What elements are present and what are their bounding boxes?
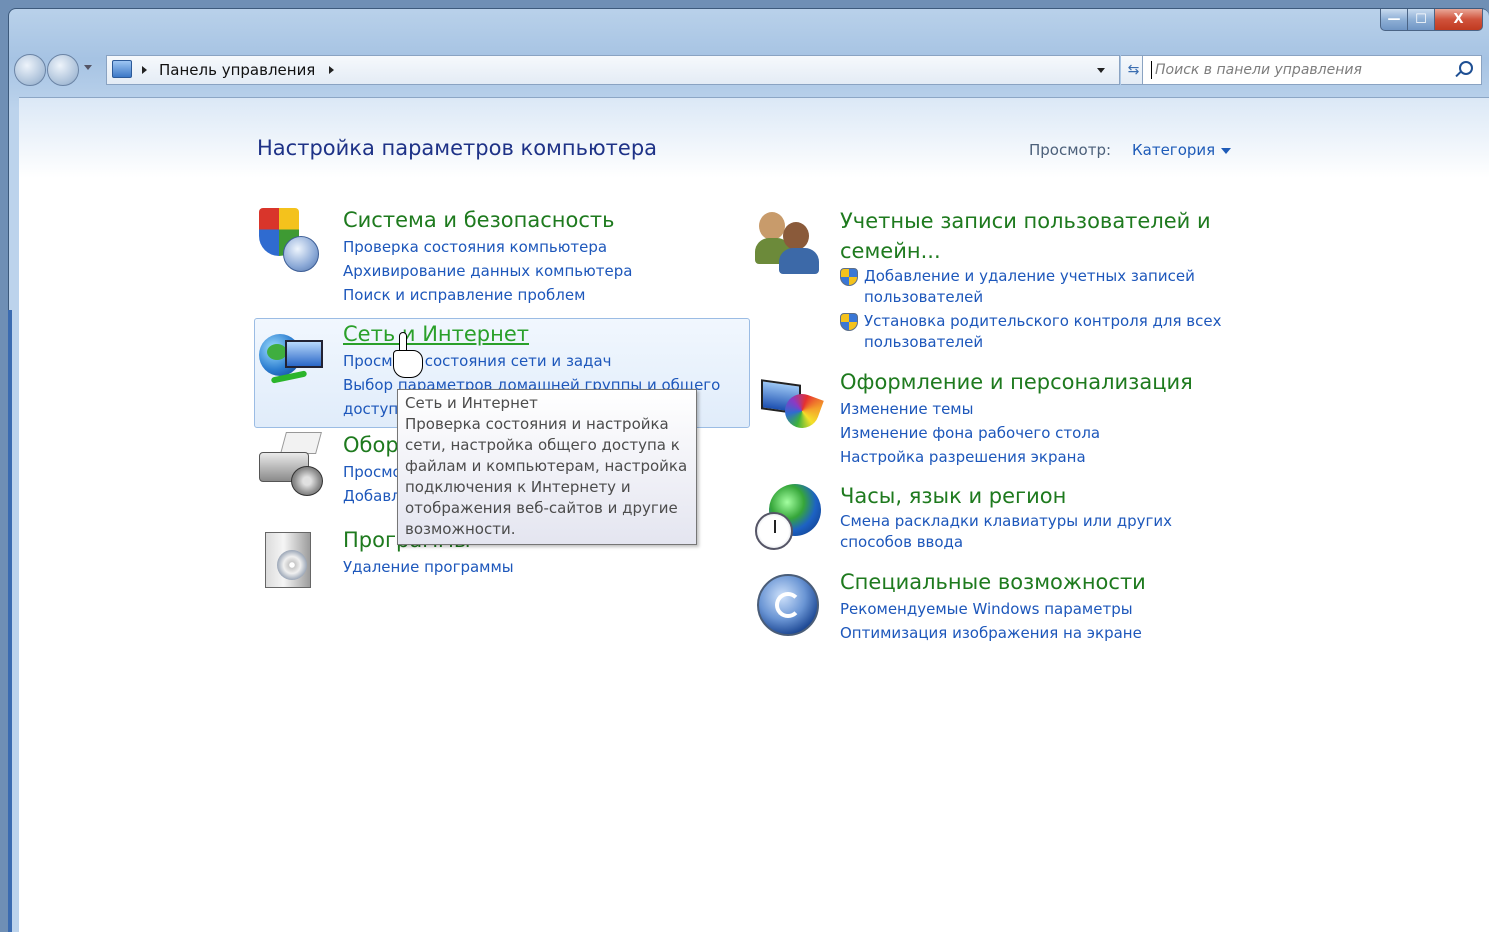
view-mode-dropdown[interactable]: Категория	[1132, 141, 1215, 159]
tooltip-line: Проверка состояния и настройка	[405, 415, 669, 433]
category-title-line-1[interactable]: Учетные записи пользователей и	[840, 206, 1222, 236]
uac-shield-icon	[840, 313, 858, 331]
control-panel-icon	[112, 60, 132, 78]
task-link[interactable]: Архивирование данных компьютера	[343, 259, 632, 283]
ease-of-access-icon[interactable]	[755, 572, 821, 638]
breadcrumb-arrow-icon[interactable]	[142, 66, 147, 74]
minimize-button[interactable]: —	[1380, 9, 1408, 31]
category-title-line-2[interactable]: семейн...	[840, 236, 1222, 266]
task-link[interactable]: Поиск и исправление проблем	[343, 283, 632, 307]
tooltip-title: Сеть и Интернет	[405, 394, 538, 412]
view-label: Просмотр:	[1029, 141, 1112, 159]
tooltip-line: сети, настройка общего доступа к	[405, 436, 680, 454]
uac-shield-icon	[840, 268, 858, 286]
window-left-edge	[8, 310, 12, 932]
tooltip-line: подключения к Интернету и	[405, 478, 631, 496]
task-link-line[interactable]: пользователей	[864, 287, 1222, 308]
task-link-line[interactable]: способов ввода	[840, 532, 1172, 553]
address-history-dropdown-icon[interactable]	[1097, 68, 1105, 73]
task-link[interactable]: Оптимизация изображения на экране	[840, 621, 1146, 645]
maximize-button[interactable]: ☐	[1408, 9, 1435, 31]
task-link-line[interactable]: Смена раскладки клавиатуры или других	[840, 511, 1172, 532]
hand-cursor-icon	[393, 332, 425, 388]
main-content: Настройка параметров компьютера Просмотр…	[19, 97, 1489, 932]
category-title[interactable]: Система и безопасность	[343, 205, 632, 235]
programs-icon[interactable]	[261, 526, 327, 592]
appearance-icon[interactable]	[755, 376, 824, 442]
task-link-admin[interactable]: Добавление и удаление учетных записей по…	[840, 266, 1222, 308]
category-user-accounts: Учетные записи пользователей и семейн...…	[840, 206, 1222, 356]
system-security-icon[interactable]	[257, 208, 323, 274]
page-title: Настройка параметров компьютера	[257, 136, 658, 160]
tooltip-line: файлам и компьютерам, настройка	[405, 457, 688, 475]
task-link-line[interactable]: Установка родительского контроля для все…	[864, 311, 1222, 332]
task-link[interactable]: Рекомендуемые Windows параметры	[840, 597, 1146, 621]
network-internet-icon[interactable]	[257, 326, 323, 392]
category-title[interactable]: Часы, язык и регион	[840, 481, 1172, 511]
task-link[interactable]: Удаление программы	[343, 555, 514, 579]
task-link-admin[interactable]: Установка родительского контроля для все…	[840, 311, 1222, 353]
recent-pages-dropdown-icon[interactable]	[84, 65, 92, 70]
network-tooltip: Сеть и Интернет Проверка состояния и нас…	[397, 389, 697, 545]
navigation-bar: Панель управления ⇆ Поиск в панели управ…	[12, 51, 1482, 87]
task-link[interactable]: Изменение темы	[840, 397, 1193, 421]
clock-region-icon[interactable]	[755, 484, 821, 550]
address-bar[interactable]: Панель управления	[106, 55, 1120, 85]
user-accounts-icon[interactable]	[755, 208, 821, 274]
tooltip-line: отображения веб-сайтов и другие	[405, 499, 678, 517]
forward-button[interactable]	[47, 54, 79, 86]
search-input[interactable]: Поиск в панели управления	[1142, 55, 1482, 85]
tooltip-line: возможности.	[405, 520, 516, 538]
task-link[interactable]: Изменение фона рабочего стола	[840, 421, 1193, 445]
search-placeholder: Поиск в панели управления	[1155, 62, 1362, 78]
close-button[interactable]: X	[1435, 9, 1483, 31]
breadcrumb-control-panel[interactable]: Панель управления	[159, 61, 315, 79]
category-clock-region: Часы, язык и регион Смена раскладки клав…	[840, 481, 1172, 553]
text-caret	[1151, 61, 1152, 79]
task-link-line[interactable]: Добавление и удаление учетных записей	[864, 266, 1222, 287]
category-ease-of-access: Специальные возможности Рекомендуемые Wi…	[840, 567, 1146, 645]
chevron-down-icon[interactable]	[1221, 148, 1231, 154]
task-link[interactable]: Проверка состояния компьютера	[343, 235, 632, 259]
task-link-line[interactable]: пользователей	[864, 332, 1222, 353]
hardware-sound-icon[interactable]	[257, 430, 323, 496]
category-title[interactable]: Оформление и персонализация	[840, 367, 1193, 397]
category-title[interactable]: Специальные возможности	[840, 567, 1146, 597]
category-system-security: Система и безопасность Проверка состояни…	[343, 205, 632, 307]
caption-buttons: — ☐ X	[1380, 9, 1483, 31]
task-link[interactable]: Настройка разрешения экрана	[840, 445, 1193, 469]
search-icon[interactable]	[1459, 61, 1473, 75]
breadcrumb-arrow-icon[interactable]	[329, 66, 334, 74]
category-appearance: Оформление и персонализация Изменение те…	[840, 367, 1193, 469]
back-button[interactable]	[14, 54, 46, 86]
